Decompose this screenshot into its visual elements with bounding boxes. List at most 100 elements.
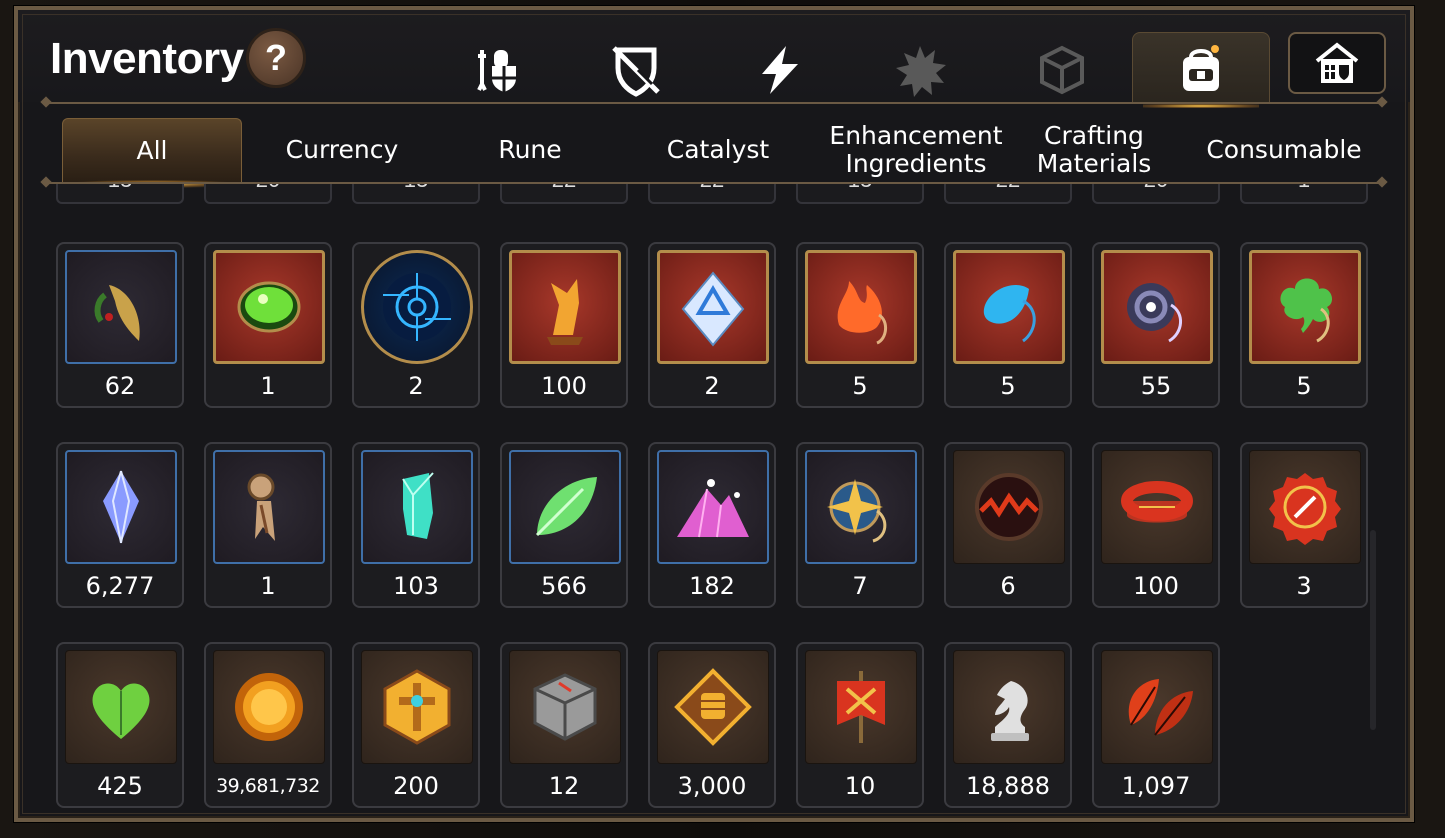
tab-consumable[interactable]: Consumable xyxy=(1184,118,1384,182)
compass-pendant-icon xyxy=(213,450,325,564)
item-quantity: 425 xyxy=(97,772,143,800)
inventory-item[interactable]: 103 xyxy=(352,442,480,608)
item-quantity: 5 xyxy=(1296,372,1312,400)
inventory-item[interactable]: 566 xyxy=(500,442,628,608)
item-quantity: 7 xyxy=(852,572,868,600)
item-quantity: 6,277 xyxy=(85,572,155,600)
inventory-item[interactable]: 200 xyxy=(352,642,480,808)
blue-gem-icon xyxy=(65,450,177,564)
fire-catalyst-icon xyxy=(805,250,917,364)
tab-currency[interactable]: Currency xyxy=(252,118,432,182)
inventory-item[interactable]: 100 xyxy=(1092,442,1220,608)
fire-crystal-icon xyxy=(509,250,621,364)
guild-button[interactable] xyxy=(1288,32,1386,94)
gear-icon[interactable] xyxy=(464,38,528,102)
item-quantity: 10 xyxy=(844,772,876,800)
cyan-crystal-icon xyxy=(361,450,473,564)
inventory-item[interactable]: 39,681,732 xyxy=(204,642,332,808)
inventory-item[interactable]: 5 xyxy=(796,242,924,408)
partial-item-cell[interactable]: 22 xyxy=(944,184,1072,204)
item-quantity: 1,097 xyxy=(1121,772,1191,800)
inventory-item[interactable]: 182 xyxy=(648,442,776,608)
green-orb-icon xyxy=(213,250,325,364)
red-ring-icon xyxy=(1101,450,1213,564)
item-quantity: 5 xyxy=(1000,372,1016,400)
item-quantity: 62 xyxy=(104,372,136,400)
inventory-item[interactable]: 2 xyxy=(352,242,480,408)
fist-emblem-icon xyxy=(657,650,769,764)
green-leaf-icon xyxy=(509,450,621,564)
inventory-item[interactable]: 18,888 xyxy=(944,642,1072,808)
item-quantity: 18,888 xyxy=(966,772,1050,800)
tab-crafting-materials[interactable]: Crafting Materials xyxy=(1012,118,1176,182)
partial-item-cell[interactable]: 13 xyxy=(796,184,924,204)
white-knight-icon xyxy=(953,650,1065,764)
item-quantity: 1 xyxy=(260,372,276,400)
item-quantity: 55 xyxy=(1140,372,1172,400)
item-quantity: 3,000 xyxy=(677,772,747,800)
item-quantity: 39,681,732 xyxy=(216,775,320,797)
gold-coin-icon xyxy=(213,650,325,764)
partial-item-cell[interactable]: 22 xyxy=(648,184,776,204)
item-quantity: 566 xyxy=(541,572,587,600)
backpack-icon[interactable] xyxy=(1132,32,1270,108)
tab-enhancement-ingredients[interactable]: Enhancement Ingredients xyxy=(812,118,1020,182)
partial-item-cell[interactable]: 22 xyxy=(500,184,628,204)
partial-item-cell[interactable]: 13 xyxy=(56,184,184,204)
partial-item-cell[interactable]: 20 xyxy=(204,184,332,204)
inventory-item[interactable]: 100 xyxy=(500,242,628,408)
page-title: Inventory xyxy=(50,34,244,83)
inventory-item[interactable]: 3 xyxy=(1240,442,1368,608)
inventory-item[interactable]: 6,277 xyxy=(56,442,184,608)
item-quantity: 3 xyxy=(1296,572,1312,600)
star-medallion-icon xyxy=(805,450,917,564)
water-catalyst-icon xyxy=(953,250,1065,364)
splash-emblem-icon[interactable] xyxy=(888,38,952,102)
inventory-item[interactable]: 5 xyxy=(944,242,1072,408)
inventory-item[interactable]: 1 xyxy=(204,242,332,408)
inventory-item[interactable]: 3,000 xyxy=(648,642,776,808)
partial-item-cell[interactable]: 20 xyxy=(1092,184,1220,204)
inventory-item[interactable]: 425 xyxy=(56,642,184,808)
inventory-item[interactable]: 1 xyxy=(204,442,332,608)
grid-scrollbar[interactable] xyxy=(1370,530,1376,730)
inventory-item[interactable]: 10 xyxy=(796,642,924,808)
inventory-item[interactable]: 12 xyxy=(500,642,628,808)
crystal-pyramid-icon xyxy=(657,250,769,364)
item-quantity: 2 xyxy=(408,372,424,400)
tab-catalyst[interactable]: Catalyst xyxy=(628,118,808,182)
item-quantity: 5 xyxy=(852,372,868,400)
inventory-item[interactable]: 1,097 xyxy=(1092,642,1220,808)
item-grid: 13201322221322201 62121002555556,2771103… xyxy=(48,184,1384,814)
help-button[interactable]: ? xyxy=(246,28,306,88)
red-leaves-icon xyxy=(1101,650,1213,764)
item-quantity: 1 xyxy=(260,572,276,600)
inventory-item[interactable]: 5 xyxy=(1240,242,1368,408)
item-quantity: 200 xyxy=(393,772,439,800)
red-seal-icon xyxy=(1249,450,1361,564)
item-quantity: 12 xyxy=(548,772,580,800)
tab-rune[interactable]: Rune xyxy=(440,118,620,182)
inventory-item[interactable]: 7 xyxy=(796,442,924,608)
tab-all[interactable]: All xyxy=(62,118,242,188)
lightning-icon[interactable] xyxy=(748,38,812,102)
tab-bar: All Currency Rune Catalyst Enhancement I… xyxy=(60,118,1380,188)
ginseng-root-icon xyxy=(65,250,177,364)
item-quantity: 100 xyxy=(1133,572,1179,600)
item-quantity: 182 xyxy=(689,572,735,600)
cube-icon[interactable] xyxy=(1030,38,1094,102)
wind-catalyst-icon xyxy=(1101,250,1213,364)
partial-item-cell[interactable]: 13 xyxy=(352,184,480,204)
partial-item-cell[interactable]: 1 xyxy=(1240,184,1368,204)
inventory-item[interactable]: 2 xyxy=(648,242,776,408)
item-quantity: 100 xyxy=(541,372,587,400)
guild-house-icon xyxy=(1315,42,1359,83)
lava-orb-icon xyxy=(953,450,1065,564)
inventory-window: Inventory ? All Currency Rune Catalyst E… xyxy=(14,6,1414,822)
green-heart-icon xyxy=(65,650,177,764)
inventory-item[interactable]: 62 xyxy=(56,242,184,408)
item-quantity: 6 xyxy=(1000,572,1016,600)
inventory-item[interactable]: 6 xyxy=(944,442,1072,608)
inventory-item[interactable]: 55 xyxy=(1092,242,1220,408)
broken-shield-icon[interactable] xyxy=(604,38,668,102)
